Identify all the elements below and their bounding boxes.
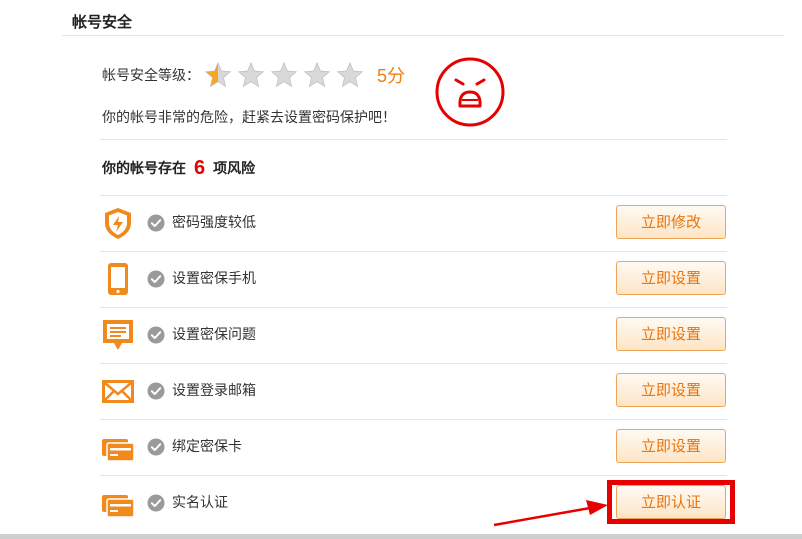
risk-item-label: 绑定密保卡 [172, 439, 242, 455]
check-circle-icon [147, 214, 165, 232]
speech-bubble-icon [103, 320, 133, 350]
modify-password-button[interactable]: 立即修改 [616, 205, 726, 239]
warning-text: 你的帐号非常的危险，赶紧去设置密码保护吧！ [102, 110, 396, 126]
risk-summary: 你的帐号存在 6 项风险 [102, 155, 255, 181]
risk-suffix: 项风险 [213, 161, 256, 177]
check-circle-icon [147, 494, 165, 512]
check-circle-icon [147, 270, 165, 288]
set-security-question-button[interactable]: 立即设置 [616, 317, 726, 351]
annotation-arrow-icon [493, 500, 608, 527]
risk-item-security-phone: 设置密保手机 立即设置 [100, 251, 727, 307]
card-icon [102, 439, 135, 462]
risk-item-label: 设置密保问题 [172, 327, 256, 343]
risk-item-password-strength: 密码强度较低 立即修改 [100, 195, 727, 251]
star-empty-icon [303, 61, 331, 88]
security-score: 5分 [377, 66, 406, 86]
security-level-label: 帐号安全等级： [102, 68, 200, 84]
crying-face-icon [435, 57, 505, 127]
risk-item-login-email: 设置登录邮箱 立即设置 [100, 363, 727, 419]
risk-item-label: 密码强度较低 [172, 215, 256, 231]
star-rating [204, 61, 369, 89]
risk-item-label: 设置密保手机 [172, 271, 256, 287]
risk-count: 6 [194, 156, 206, 179]
bind-security-card-button[interactable]: 立即设置 [616, 429, 726, 463]
check-circle-icon [147, 382, 165, 400]
set-security-phone-button[interactable]: 立即设置 [616, 261, 726, 295]
check-circle-icon [147, 438, 165, 456]
risk-item-security-card: 绑定密保卡 立即设置 [100, 419, 727, 475]
phone-icon [108, 263, 128, 295]
star-half-icon [204, 61, 232, 88]
highlight-annotation-box [607, 480, 735, 524]
star-empty-icon [237, 61, 265, 88]
title-divider [62, 35, 784, 36]
card-icon [102, 495, 135, 518]
risk-item-label: 实名认证 [172, 495, 228, 511]
star-empty-icon [336, 61, 364, 88]
risk-item-security-question: 设置密保问题 立即设置 [100, 307, 727, 363]
envelope-icon [102, 380, 134, 403]
set-login-email-button[interactable]: 立即设置 [616, 373, 726, 407]
divider [100, 139, 727, 140]
risk-item-label: 设置登录邮箱 [172, 383, 256, 399]
check-circle-icon [147, 326, 165, 344]
star-empty-icon [270, 61, 298, 88]
shield-icon [105, 208, 131, 239]
security-level-row: 帐号安全等级： 5分 [102, 61, 406, 89]
bottom-scrollbar[interactable] [0, 534, 802, 539]
section-title: 帐号安全 [72, 13, 133, 31]
risk-prefix: 你的帐号存在 [102, 161, 186, 177]
